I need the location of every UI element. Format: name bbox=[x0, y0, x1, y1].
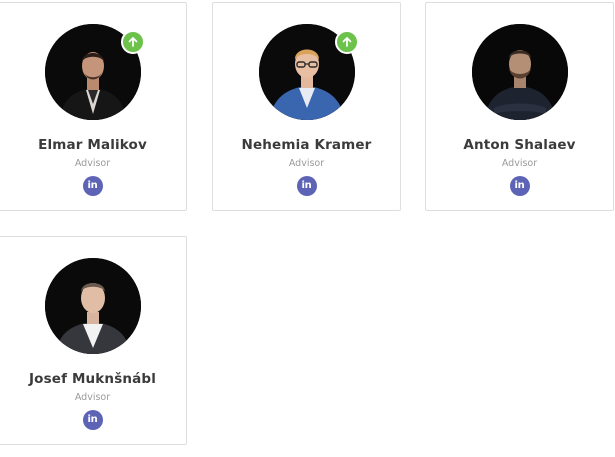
member-role: Advisor bbox=[501, 158, 538, 169]
avatar bbox=[44, 258, 141, 354]
arrow-up-icon bbox=[335, 30, 359, 54]
team-card-anton-shalaev: Anton Shalaev Advisor in bbox=[425, 2, 614, 211]
member-role: Advisor bbox=[74, 392, 111, 403]
avatar bbox=[471, 24, 568, 120]
linkedin-icon[interactable]: in bbox=[296, 176, 317, 196]
arrow-up-icon bbox=[121, 30, 145, 54]
team-card-nehemia-kramer: Nehemia Kramer Advisor in bbox=[212, 2, 401, 211]
team-card-josef-muknsnabl: Josef Muknšnábl Advisor in bbox=[0, 236, 187, 445]
member-name: Anton Shalaev bbox=[463, 137, 576, 153]
linkedin-icon[interactable]: in bbox=[82, 176, 103, 196]
linkedin-glyph: in bbox=[514, 180, 525, 191]
member-role: Advisor bbox=[288, 158, 325, 169]
member-role: Advisor bbox=[74, 158, 111, 169]
member-name: Nehemia Kramer bbox=[241, 137, 372, 153]
member-name: Elmar Malikov bbox=[38, 137, 147, 153]
linkedin-icon[interactable]: in bbox=[82, 410, 103, 430]
team-card-elmar-malikov: Elmar Malikov Advisor in bbox=[0, 2, 187, 211]
linkedin-icon[interactable]: in bbox=[509, 176, 530, 196]
linkedin-glyph: in bbox=[301, 180, 312, 191]
linkedin-glyph: in bbox=[87, 414, 98, 425]
linkedin-glyph: in bbox=[87, 180, 98, 191]
member-name: Josef Muknšnábl bbox=[29, 371, 156, 387]
